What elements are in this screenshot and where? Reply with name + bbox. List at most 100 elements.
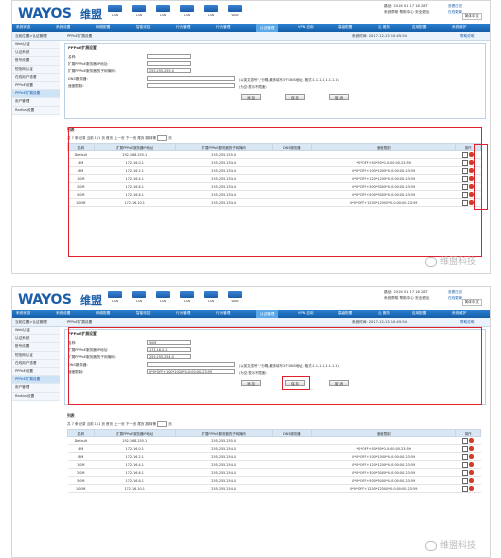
edit-icon[interactable] (462, 191, 469, 198)
nav-item[interactable]: 系统设置 (56, 311, 70, 316)
nav-item[interactable]: 高级配置 (338, 311, 352, 316)
edit-icon[interactable] (462, 151, 469, 158)
edit-icon[interactable] (462, 437, 469, 444)
nav-item[interactable]: 系统维护 (452, 311, 466, 316)
help-link[interactable]: 帮助说明 (460, 34, 474, 39)
nav-item[interactable]: 高级配置 (338, 25, 352, 30)
delete-icon[interactable] (469, 438, 474, 443)
sidebar-item[interactable]: 认证系统 (12, 49, 60, 58)
edit-icon[interactable] (462, 469, 469, 476)
nav-item[interactable]: 智能流控 (136, 25, 150, 30)
edit-icon[interactable] (462, 453, 469, 460)
sidebar-item[interactable]: 短信网认证 (12, 351, 60, 360)
nav-item[interactable]: 网络配置 (96, 311, 110, 316)
sidebar-item[interactable]: Radius设置 (12, 392, 60, 401)
edit-icon[interactable] (462, 199, 469, 206)
delete-icon[interactable] (469, 470, 474, 475)
name-input[interactable]: 50M (147, 340, 191, 345)
sidebar-item[interactable]: 用户管理 (12, 98, 60, 107)
delete-icon[interactable] (469, 486, 474, 491)
cancel-button[interactable]: 取 消 (329, 380, 349, 386)
nav-item[interactable]: 系统设置 (56, 25, 70, 30)
delete-icon[interactable] (469, 192, 474, 197)
sidebar-item[interactable]: 在线用户查看 (12, 73, 60, 82)
help-links[interactable]: 系统帮助 帮助中心 安全退出 (384, 296, 429, 301)
col-header: 名称 (67, 429, 95, 437)
sidebar-item[interactable]: 账号设置 (12, 343, 60, 352)
delete-icon[interactable] (469, 454, 474, 459)
mask-input[interactable]: 255.255.255.0 (147, 68, 191, 73)
rate-input[interactable] (147, 83, 235, 88)
online-update-link[interactable]: 在线更新 (448, 296, 462, 301)
edit-icon[interactable] (462, 183, 469, 190)
sidebar-item[interactable]: 认证系统 (12, 335, 60, 344)
nav-item[interactable]: 行为管理 (176, 25, 190, 30)
nav-item[interactable]: 智能流控 (136, 311, 150, 316)
ip-input[interactable] (147, 61, 191, 66)
language-select[interactable]: 简体中文 (461, 299, 482, 306)
cancel-button[interactable]: 取 消 (329, 94, 349, 100)
delete-icon[interactable] (469, 446, 474, 451)
sidebar-item[interactable]: Radius设置 (12, 106, 60, 115)
delete-icon[interactable] (469, 168, 474, 173)
page-jump-input[interactable] (157, 421, 168, 427)
nav-item[interactable]: 系统状态 (16, 25, 30, 30)
nav-item[interactable]: 云 服务 (378, 25, 390, 30)
dns-input[interactable] (147, 76, 235, 81)
help-links[interactable]: 系统帮助 帮助中心 安全退出 (384, 10, 429, 15)
nav-item[interactable]: 系统状态 (16, 311, 30, 316)
online-update-link[interactable]: 在线更新 (448, 10, 462, 15)
delete-icon[interactable] (469, 478, 474, 483)
edit-icon[interactable] (462, 461, 469, 468)
nav-item[interactable]: 应用配置 (412, 25, 426, 30)
delete-icon[interactable] (469, 160, 474, 165)
sidebar-item[interactable]: Web认证 (12, 41, 60, 50)
edit-icon[interactable] (462, 445, 469, 452)
view-log-link[interactable]: 查看日志 (448, 4, 462, 9)
rate-input[interactable]: 0*0*OFF+100*1000*0-0:00:00-23:59 (147, 369, 235, 374)
delete-icon[interactable] (469, 184, 474, 189)
language-select[interactable]: 简体中文 (461, 13, 482, 20)
sidebar-item-active[interactable]: PPPoE扩展设置 (12, 90, 60, 99)
delete-icon[interactable] (469, 152, 474, 157)
sidebar-item[interactable]: PPPoE设置 (12, 367, 60, 377)
sidebar-item[interactable]: PPPoE设置 (12, 81, 60, 91)
sidebar-item[interactable]: 在线用户查看 (12, 359, 60, 368)
view-log-link[interactable]: 查看日志 (448, 290, 462, 295)
add-button[interactable]: 添 加 (241, 94, 261, 100)
sidebar-item[interactable]: Web认证 (12, 327, 60, 336)
page-jump-input[interactable] (157, 135, 168, 141)
edit-icon[interactable] (462, 485, 469, 492)
nav-item[interactable]: VPN 应用 (298, 25, 314, 30)
save-button[interactable]: 保 存 (285, 94, 305, 100)
mask-input[interactable]: 255.255.254.0 (147, 354, 191, 359)
help-link[interactable]: 帮助说明 (460, 320, 474, 325)
delete-icon[interactable] (469, 462, 474, 467)
edit-icon[interactable] (462, 175, 469, 182)
sidebar-item[interactable]: 用户管理 (12, 384, 60, 393)
nav-item-active[interactable]: 认证管理 (256, 24, 279, 32)
cell-ip: 172.16.10.1 (94, 198, 176, 207)
dns-input[interactable] (147, 362, 235, 367)
nav-item[interactable]: 行为管理 (216, 25, 230, 30)
nav-item[interactable]: 行为管理 (216, 311, 230, 316)
nav-item[interactable]: 系统维护 (452, 25, 466, 30)
name-input[interactable] (147, 54, 191, 59)
edit-icon[interactable] (462, 477, 469, 484)
nav-item[interactable]: 云 服务 (378, 311, 390, 316)
save-button[interactable]: 保 存 (285, 380, 305, 386)
delete-icon[interactable] (469, 176, 474, 181)
nav-item[interactable]: VPN 应用 (298, 311, 314, 316)
nav-item[interactable]: 应用配置 (412, 311, 426, 316)
nav-item-active[interactable]: 认证管理 (256, 310, 279, 318)
ip-input[interactable]: 172.16.2.1 (147, 347, 191, 352)
sidebar-item[interactable]: 账号设置 (12, 57, 60, 66)
nav-item[interactable]: 网络配置 (96, 25, 110, 30)
edit-icon[interactable] (462, 159, 469, 166)
delete-icon[interactable] (469, 200, 474, 205)
nav-item[interactable]: 行为管理 (176, 311, 190, 316)
sidebar-item-active[interactable]: PPPoE扩展设置 (12, 376, 60, 385)
sidebar-item[interactable]: 短信网认证 (12, 65, 60, 74)
add-button[interactable]: 添 加 (241, 380, 261, 386)
edit-icon[interactable] (462, 167, 469, 174)
